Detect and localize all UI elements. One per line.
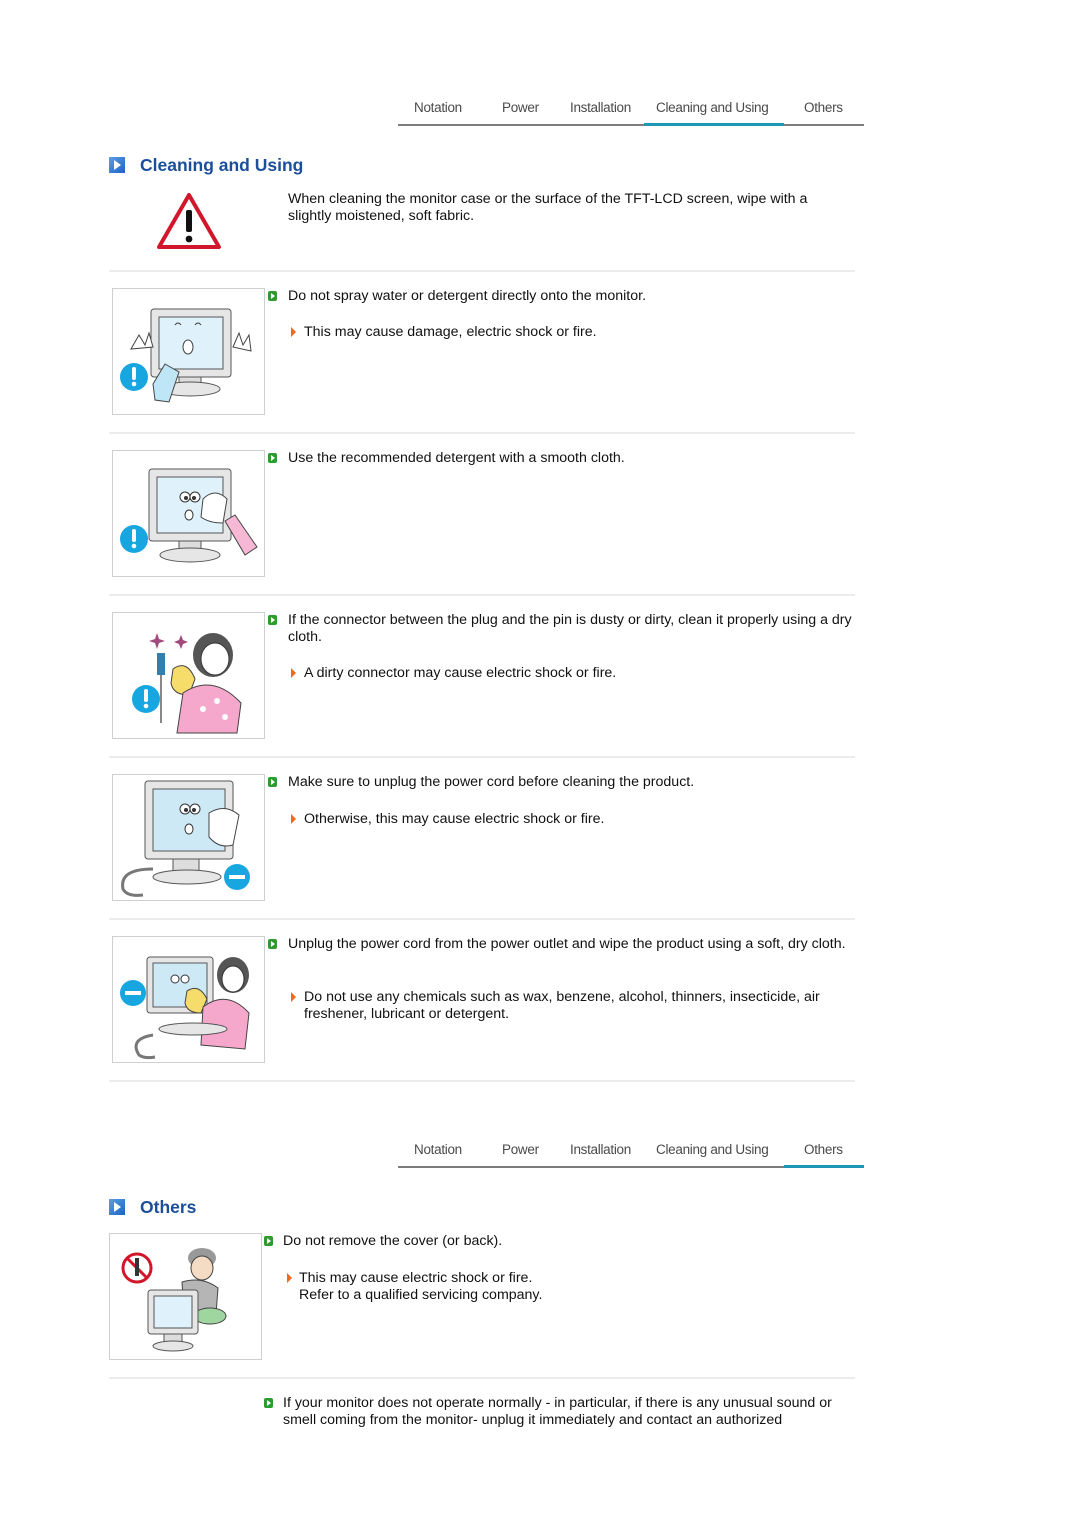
tab-power[interactable]: Power	[502, 100, 539, 115]
green-bullet-icon	[268, 777, 277, 787]
clean-connector-illustration	[112, 612, 265, 739]
section-title-text: Cleaning and Using	[140, 154, 304, 175]
intro-text: When cleaning the monitor case or the su…	[288, 191, 808, 224]
tab-installation[interactable]: Installation	[570, 1142, 631, 1157]
orange-arrow-icon	[291, 814, 296, 824]
note-text: Do not use any chemicals such as wax, be…	[304, 989, 820, 1022]
divider	[109, 1377, 855, 1379]
instruction-text: If your monitor does not operate normall…	[283, 1395, 832, 1428]
instruction-text: Make sure to unplug the power cord befor…	[288, 774, 695, 790]
section-arrow-icon	[109, 157, 125, 173]
divider	[109, 432, 855, 434]
instruction-text: If the connector between the plug and th…	[288, 612, 852, 645]
divider	[109, 918, 855, 920]
divider	[109, 756, 855, 758]
tab-cleaning-and-using[interactable]: Cleaning and Using	[656, 100, 769, 115]
orange-arrow-icon	[291, 992, 296, 1002]
note-text: Otherwise, this may cause electric shock…	[304, 811, 605, 827]
tab-power[interactable]: Power	[502, 1142, 539, 1157]
green-bullet-icon	[268, 615, 277, 625]
green-bullet-icon	[264, 1398, 273, 1408]
section-title-text: Others	[140, 1196, 197, 1217]
tab-notation[interactable]: Notation	[414, 100, 462, 115]
tab-notation[interactable]: Notation	[414, 1142, 462, 1157]
green-bullet-icon	[268, 453, 277, 463]
unplug-and-wipe-illustration	[112, 936, 265, 1063]
tab-others[interactable]: Others	[804, 1142, 843, 1157]
wipe-monitor-illustration	[112, 450, 265, 577]
note-text: This may cause electric shock or fire.	[299, 1270, 533, 1286]
divider	[109, 1080, 855, 1082]
do-not-disassemble-illustration	[109, 1233, 262, 1360]
instruction-text: Do not remove the cover (or back).	[283, 1233, 503, 1249]
warning-triangle-icon	[157, 193, 221, 249]
tab-installation[interactable]: Installation	[570, 100, 631, 115]
green-bullet-icon	[264, 1236, 273, 1246]
top-nav-tabs: Notation Power Installation Cleaning and…	[398, 90, 864, 126]
note-text: A dirty connector may cause electric sho…	[304, 665, 617, 681]
note-text: Refer to a qualified servicing company.	[299, 1287, 543, 1303]
tab-others[interactable]: Others	[804, 100, 843, 115]
active-tab-indicator	[644, 123, 784, 126]
instruction-text: Unplug the power cord from the power out…	[288, 936, 846, 952]
instruction-text: Do not spray water or detergent directly…	[288, 288, 647, 304]
note-text: This may cause damage, electric shock or…	[304, 324, 597, 340]
divider	[109, 594, 855, 596]
divider	[109, 270, 855, 272]
section-title-cleaning: Cleaning and Using	[109, 153, 303, 177]
orange-arrow-icon	[287, 1273, 292, 1283]
bottom-nav-tabs: Notation Power Installation Cleaning and…	[398, 1132, 864, 1168]
section-title-others: Others	[109, 1195, 196, 1219]
tab-cleaning-and-using[interactable]: Cleaning and Using	[656, 1142, 769, 1157]
instruction-text: Use the recommended detergent with a smo…	[288, 450, 625, 466]
orange-arrow-icon	[291, 668, 296, 678]
unplug-before-cleaning-illustration	[112, 774, 265, 901]
section-arrow-icon	[109, 1199, 125, 1215]
green-bullet-icon	[268, 939, 277, 949]
green-bullet-icon	[268, 291, 277, 301]
spray-monitor-illustration	[112, 288, 265, 415]
active-tab-indicator	[784, 1165, 864, 1168]
orange-arrow-icon	[291, 327, 296, 337]
